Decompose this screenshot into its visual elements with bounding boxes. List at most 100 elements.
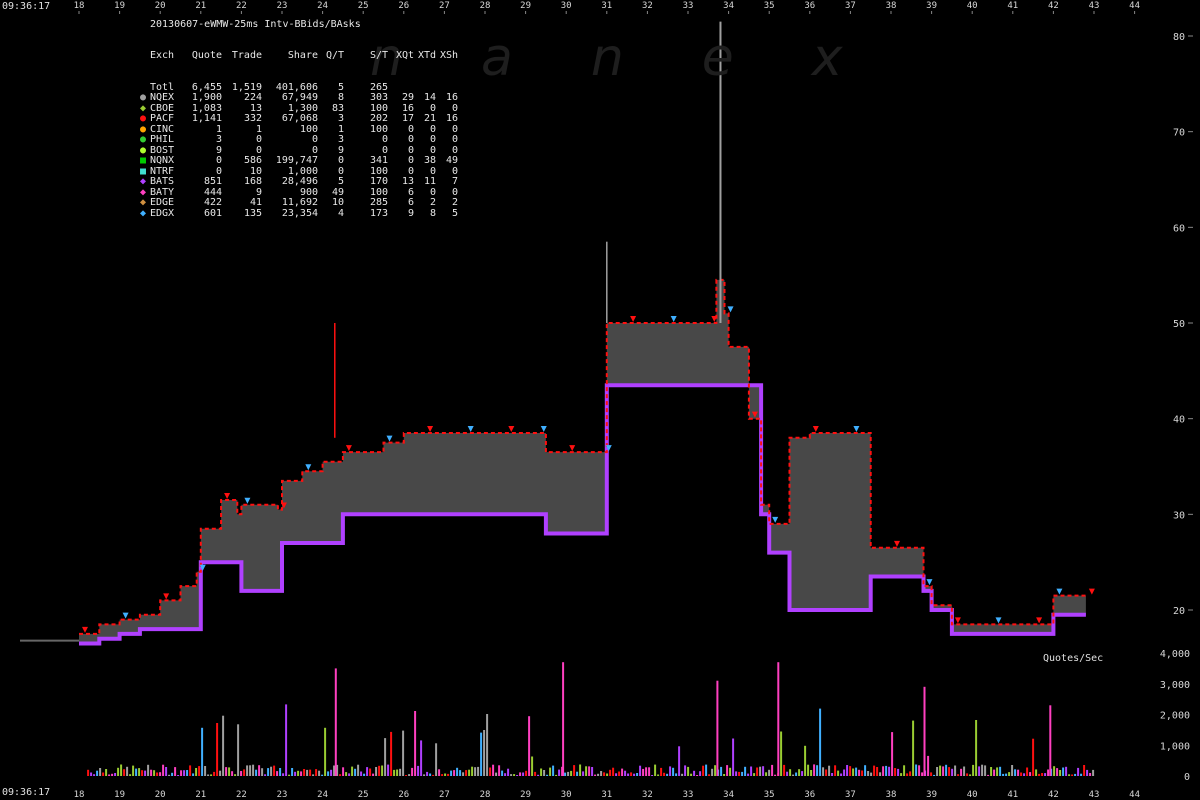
ask-quote-marker — [772, 516, 779, 523]
start-time-top: 09:36:17 — [2, 1, 51, 12]
volume-bar — [957, 774, 960, 776]
volume-bar — [636, 773, 639, 776]
volume-bar — [891, 732, 894, 776]
ask-quote-marker — [305, 464, 312, 471]
volume-bar — [153, 770, 156, 776]
x-tick-label-top: 37 — [845, 1, 856, 11]
volume-bar — [867, 771, 870, 776]
ask-quote-marker — [508, 426, 515, 433]
volume-bar — [321, 774, 324, 776]
volume-bar — [459, 770, 462, 776]
volume-bar — [996, 767, 999, 776]
volume-bar — [552, 765, 555, 776]
legend-cell-xqt: 0 — [407, 134, 414, 145]
volume-bar — [513, 774, 516, 776]
volume-bar — [474, 767, 477, 776]
legend-row-bats: ◆ BATS 851 168 28,496 5 170 13 11 7 — [136, 176, 458, 188]
volume-bar — [210, 774, 213, 776]
volume-bar — [375, 767, 378, 776]
legend-header-xqt: XQt — [395, 50, 414, 61]
volume-bar — [942, 766, 945, 776]
ask-quote-marker — [386, 435, 393, 442]
x-tick-label-top: 21 — [195, 1, 206, 11]
legend-row-phil: ● PHIL 3 0 0 3 0 0 0 0 — [136, 134, 458, 146]
volume-bar — [489, 767, 492, 776]
legend-cell-xqt: 29 — [401, 92, 414, 103]
volume-bar — [1074, 773, 1077, 776]
x-tick-label-top: 29 — [520, 1, 531, 11]
volume-bar — [783, 764, 786, 776]
volume-bar — [708, 774, 711, 776]
volume-bar — [810, 770, 813, 776]
volume-bar — [669, 766, 672, 776]
volume-bar — [270, 766, 273, 776]
volume-bar — [441, 774, 444, 776]
volume-bar — [180, 770, 183, 776]
volume-bar — [423, 774, 426, 776]
volume-bar — [855, 767, 858, 776]
volume-bar — [372, 773, 375, 776]
x-tick-label-top: 33 — [683, 1, 694, 11]
ask-quote-marker — [1036, 617, 1043, 624]
legend-marker-icon: ● — [139, 92, 147, 103]
volume-bar — [756, 767, 759, 776]
x-tick-label-bottom: 18 — [74, 790, 85, 800]
volume-bar — [456, 767, 459, 776]
legend-cell-share: 11,692 — [281, 197, 318, 208]
volume-bar — [606, 773, 609, 776]
volume-bar — [690, 773, 693, 776]
volume-bar — [909, 771, 912, 776]
volume-bar — [228, 767, 231, 776]
legend-cell-trade: 224 — [243, 92, 262, 103]
volume-bar — [681, 773, 684, 776]
ask-quote-marker — [727, 306, 734, 313]
price-tick-label: 60 — [1173, 223, 1185, 234]
volume-bar — [87, 769, 90, 776]
x-tick-label-bottom: 25 — [358, 790, 369, 800]
volume-bar — [945, 764, 948, 776]
volume-bar — [414, 711, 417, 776]
volume-bar — [594, 774, 597, 776]
legend-cell-trade: 0 — [255, 134, 262, 145]
legend-cell-xtd: 11 — [423, 176, 436, 187]
volume-bar — [744, 766, 747, 776]
volume-bar — [765, 772, 768, 776]
x-tick-label-top: 22 — [236, 1, 247, 11]
x-tick-label-top: 23 — [277, 1, 288, 11]
volume-bar — [564, 772, 567, 776]
volume-bar — [159, 772, 162, 776]
volume-bar — [255, 769, 258, 776]
volume-bar — [1059, 770, 1062, 776]
volume-bar — [969, 774, 972, 776]
volume-bar — [885, 765, 888, 776]
volume-bar — [378, 765, 381, 776]
volume-bar — [249, 765, 252, 776]
legend-cell-qt: 0 — [337, 155, 344, 166]
volume-bar — [183, 770, 186, 776]
volume-bar — [522, 772, 525, 776]
ask-quote-marker — [894, 540, 900, 547]
x-tick-label-top: 34 — [723, 1, 734, 11]
volume-bar — [351, 766, 354, 776]
volume-bar — [225, 767, 228, 776]
x-tick-label-bottom: 41 — [1007, 790, 1018, 800]
volume-bar — [546, 774, 549, 776]
volume-bar — [417, 765, 420, 776]
legend-cell-share: 28,496 — [281, 176, 318, 187]
volume-bar — [342, 767, 345, 776]
ask-quote-marker — [244, 497, 251, 504]
x-tick-label-bottom: 44 — [1129, 790, 1140, 800]
legend-row-edge: ◆ EDGE 422 41 11,692 10 285 6 2 2 — [136, 197, 458, 209]
x-tick-label-top: 40 — [967, 1, 978, 11]
x-tick-label-bottom: 26 — [398, 790, 409, 800]
volume-bar — [273, 765, 276, 776]
legend-cell-xtd: 38 — [423, 155, 436, 166]
volume-bar — [813, 764, 816, 776]
volume-bar — [753, 773, 756, 776]
volume-bar — [189, 765, 192, 776]
volume-bar — [393, 769, 396, 776]
x-tick-label-top: 36 — [804, 1, 815, 11]
legend-cell-quote: 851 — [203, 176, 222, 187]
x-tick-label-top: 24 — [317, 1, 328, 11]
volume-bar — [939, 765, 942, 776]
